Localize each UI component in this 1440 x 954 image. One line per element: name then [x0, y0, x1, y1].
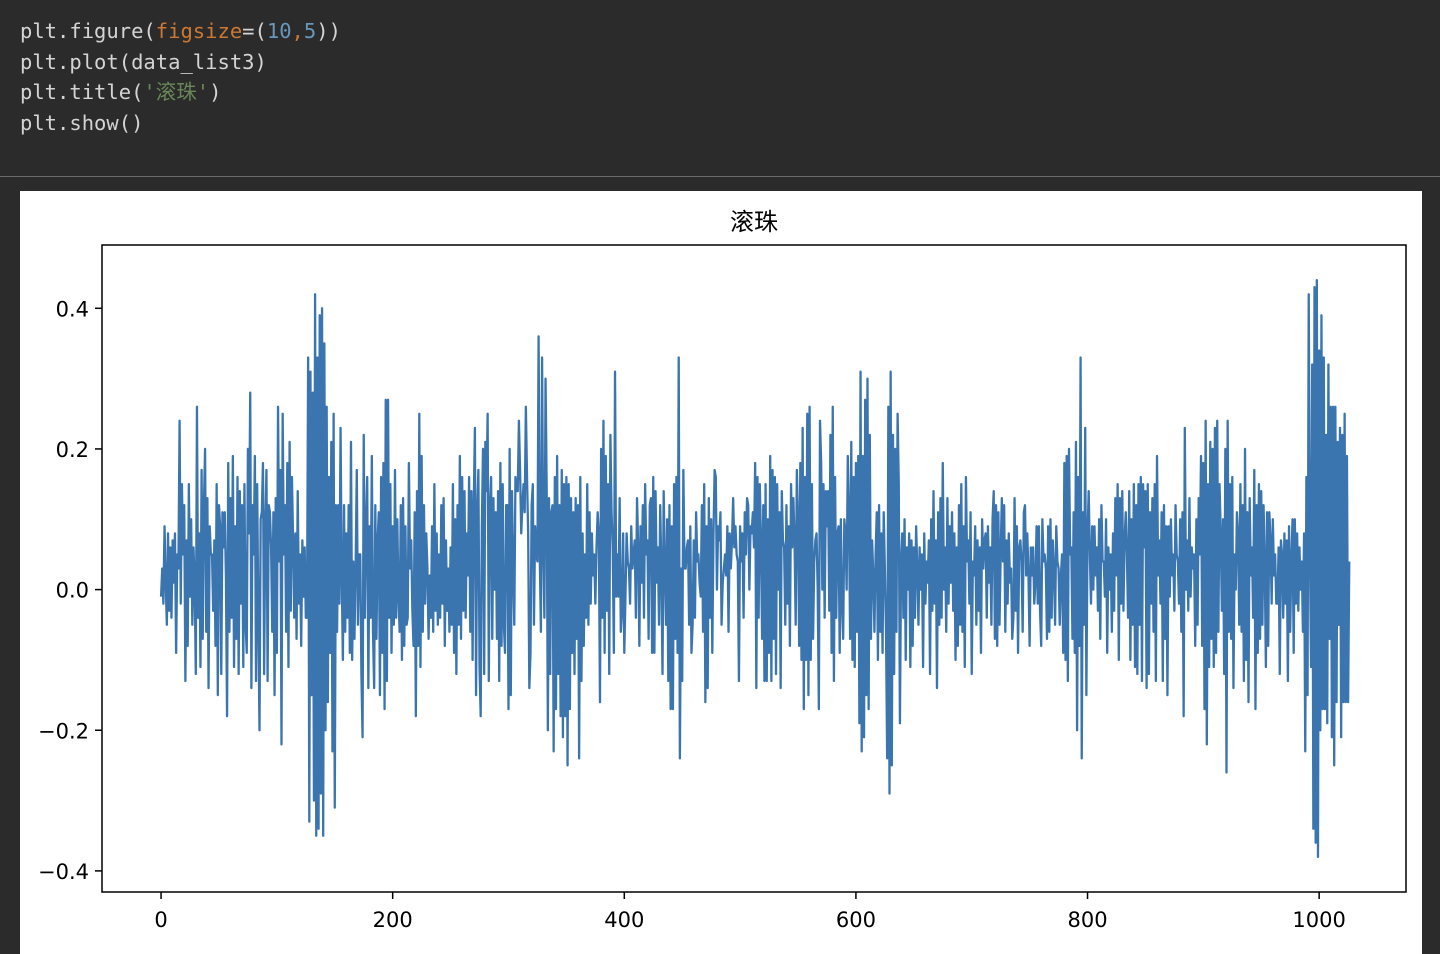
code-token: =(: [242, 19, 267, 43]
x-tick-label: 400: [604, 908, 644, 932]
code-token: plt.plot(data_list3): [20, 49, 267, 74]
y-tick-label: −0.4: [38, 860, 89, 884]
y-tick-label: 0.2: [56, 438, 89, 462]
code-editor[interactable]: plt.figure(figsize=(10,5)) plt.plot(data…: [20, 16, 341, 138]
y-tick-label: −0.2: [38, 719, 89, 743]
code-token: plt.figure(: [20, 19, 156, 43]
code-line: plt.figure(figsize=(10,5)): [20, 19, 341, 43]
code-token: plt.title(: [20, 80, 144, 104]
x-tick-label: 0: [154, 908, 167, 932]
chart-title: 滚珠: [730, 208, 778, 236]
y-tick-label: 0.0: [56, 579, 89, 603]
code-line: plt.show(): [20, 111, 143, 135]
figure-output: 滚珠 0 200 400 600 800 1000 −0.4 −0.2 0.0 0.2 0.4: [20, 191, 1422, 954]
series-line-0: [159, 279, 1351, 858]
code-token: 10: [266, 19, 292, 43]
series-layer: [159, 279, 1351, 858]
code-token: figsize: [155, 19, 243, 43]
code-token: plt.show(): [20, 110, 144, 135]
x-tick-label: 200: [373, 908, 413, 932]
code-token: 5: [303, 19, 317, 43]
y-tick-label: 0.4: [56, 297, 89, 321]
line-chart: 滚珠 0 200 400 600 800 1000 −0.4 −0.2 0.0 0.2 0.4: [38, 208, 1407, 932]
code-token: )): [316, 19, 341, 43]
x-tick-label: 800: [1067, 908, 1107, 932]
code-cell[interactable]: plt.figure(figsize=(10,5)) plt.plot(data…: [0, 0, 1440, 176]
code-line: plt.plot(data_list3): [20, 50, 267, 74]
x-tick-label: 1000: [1292, 908, 1345, 932]
code-line: plt.title('滚珠'): [20, 80, 221, 104]
code-token: '滚珠': [143, 80, 210, 104]
x-tick-label: 600: [836, 908, 876, 932]
code-token: ): [209, 80, 222, 104]
code-token: ,: [291, 19, 304, 43]
